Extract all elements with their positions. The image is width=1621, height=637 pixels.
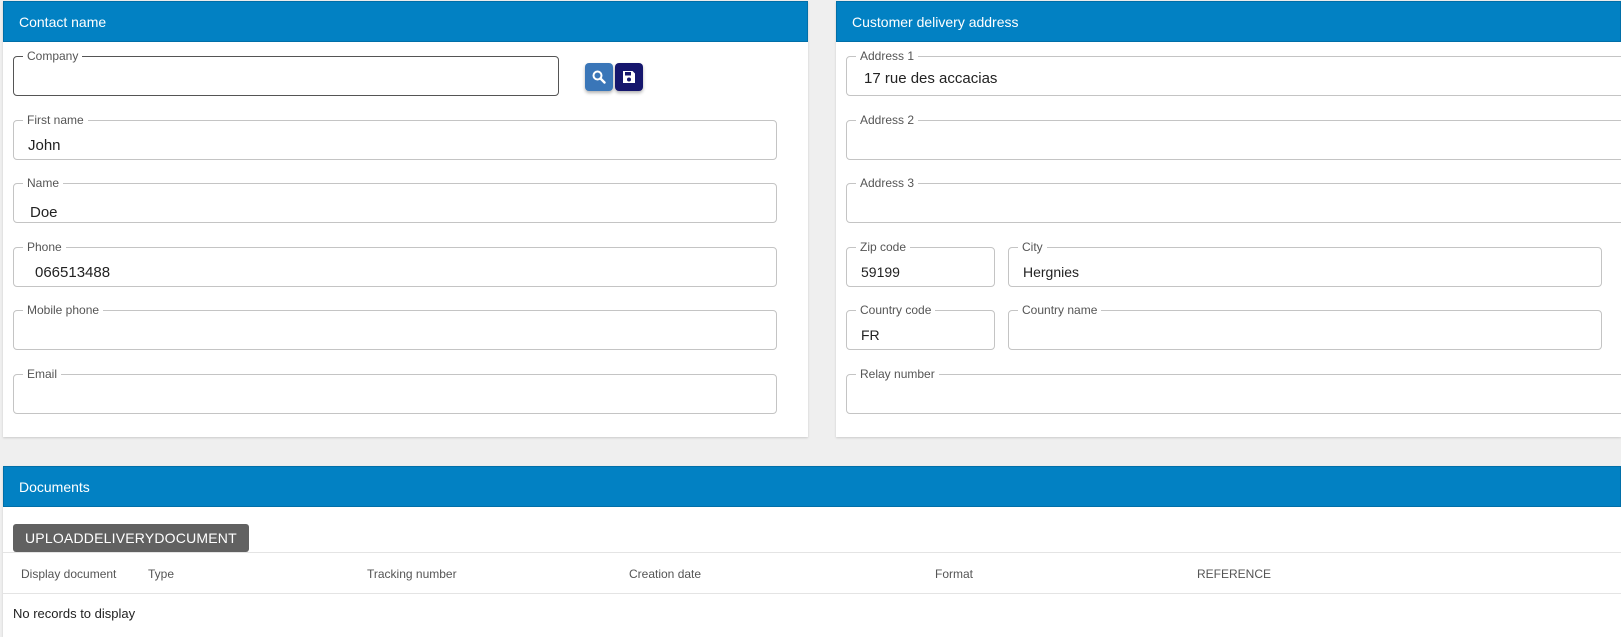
city-input[interactable]	[1009, 248, 1601, 286]
phone-field[interactable]: Phone	[13, 240, 777, 287]
delivery-panel-title: Customer delivery address	[836, 1, 1621, 42]
zip-code-field[interactable]: Zip code	[846, 240, 995, 287]
search-icon	[592, 70, 606, 84]
search-company-button[interactable]	[585, 63, 613, 91]
column-type[interactable]: Type	[148, 567, 174, 581]
documents-table-header: Display document Type Tracking number Cr…	[3, 552, 1621, 594]
zip-code-input[interactable]	[847, 248, 994, 286]
first-name-input[interactable]	[14, 121, 776, 159]
mobile-phone-field[interactable]: Mobile phone	[13, 303, 777, 350]
name-field[interactable]: Name	[13, 176, 777, 223]
relay-number-input[interactable]	[847, 375, 1621, 413]
upload-delivery-document-button[interactable]: UPLOADDELIVERYDOCUMENT	[13, 524, 249, 552]
documents-empty-message: No records to display	[13, 606, 136, 621]
relay-number-field[interactable]: Relay number	[846, 367, 1621, 414]
country-name-field[interactable]: Country name	[1008, 303, 1602, 350]
first-name-field[interactable]: First name	[13, 113, 777, 160]
column-display-document[interactable]: Display document	[21, 567, 116, 581]
documents-panel-title: Documents	[3, 466, 1621, 507]
address3-field[interactable]: Address 3	[846, 176, 1621, 223]
company-input[interactable]	[14, 57, 558, 95]
country-code-input[interactable]	[847, 311, 994, 349]
address1-input[interactable]	[847, 57, 1621, 95]
column-tracking-number[interactable]: Tracking number	[367, 567, 457, 581]
name-input[interactable]	[14, 184, 776, 222]
email-input[interactable]	[14, 375, 776, 413]
address2-field[interactable]: Address 2	[846, 113, 1621, 160]
column-creation-date[interactable]: Creation date	[629, 567, 701, 581]
address1-field[interactable]: Address 1	[846, 49, 1621, 96]
country-name-input[interactable]	[1009, 311, 1601, 349]
email-field[interactable]: Email	[13, 367, 777, 414]
address3-input[interactable]	[847, 184, 1621, 222]
phone-input[interactable]	[14, 248, 776, 286]
delivery-address-panel: Customer delivery address Address 1 Addr…	[836, 1, 1621, 437]
address2-input[interactable]	[847, 121, 1621, 159]
column-reference[interactable]: REFERENCE	[1197, 567, 1271, 581]
save-icon	[623, 71, 635, 83]
company-field[interactable]: Company	[13, 49, 559, 96]
contact-panel-title: Contact name	[3, 1, 808, 42]
column-format[interactable]: Format	[935, 567, 973, 581]
contact-panel: Contact name Company First name Name Pho…	[3, 1, 808, 437]
country-code-field[interactable]: Country code	[846, 303, 995, 350]
city-field[interactable]: City	[1008, 240, 1602, 287]
save-company-button[interactable]	[615, 63, 643, 91]
mobile-phone-input[interactable]	[14, 311, 776, 349]
documents-panel: Documents UPLOADDELIVERYDOCUMENT Display…	[3, 466, 1621, 637]
